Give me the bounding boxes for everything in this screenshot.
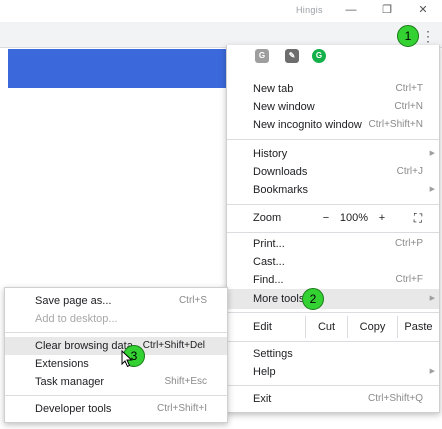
menu-item-label: New tab (253, 83, 294, 95)
menu-divider (227, 232, 439, 233)
menu-item-bookmarks[interactable]: Bookmarks ▶ (227, 181, 439, 199)
step-marker-2: 2 (302, 288, 324, 310)
close-icon[interactable]: ✕ (410, 1, 436, 19)
menu-item-help[interactable]: Help ▶ (227, 363, 439, 381)
zoom-in-button[interactable]: + (371, 207, 393, 229)
window-titlebar: Hingis — ❐ ✕ (0, 0, 442, 22)
menu-item-new-tab[interactable]: New tab Ctrl+T (227, 80, 439, 98)
menu-item-shortcut: Ctrl+F (395, 274, 424, 285)
menu-item-shortcut: Ctrl+Shift+Q (367, 393, 423, 404)
chrome-main-menu: G ✎ G New tab Ctrl+T New window Ctrl+N N… (226, 45, 440, 413)
submenu-item-shortcut: Ctrl+S (178, 295, 207, 306)
submenu-item-label: Add to desktop... (35, 313, 118, 325)
menu-item-shortcut: Ctrl+J (396, 166, 423, 177)
menu-item-downloads[interactable]: Downloads Ctrl+J (227, 163, 439, 181)
submenu-item-add-to-desktop: Add to desktop... (5, 310, 227, 328)
mouse-cursor-icon (121, 350, 133, 368)
menu-item-label: Cast... (253, 256, 285, 268)
paste-button[interactable]: Paste (397, 316, 439, 338)
kebab-menu-icon[interactable]: ⋮ (420, 27, 436, 45)
menu-item-find[interactable]: Find... Ctrl+F (227, 271, 439, 289)
submenu-divider (5, 332, 227, 333)
submenu-arrow-icon: ▶ (429, 186, 435, 193)
menu-item-cast[interactable]: Cast... (227, 253, 439, 271)
menu-item-new-incognito[interactable]: New incognito window Ctrl+Shift+N (227, 116, 439, 134)
menu-item-history[interactable]: History ▶ (227, 145, 439, 163)
submenu-item-label: Extensions (35, 358, 89, 370)
submenu-item-clear-browsing-data[interactable]: Clear browsing data... Ctrl+Shift+Del (5, 337, 227, 355)
grammarly-icon[interactable]: G (312, 49, 326, 63)
notes-icon[interactable]: ✎ (285, 49, 299, 63)
menu-divider (227, 341, 439, 342)
menu-item-shortcut: Ctrl+Shift+N (368, 119, 423, 130)
minimize-icon[interactable]: — (338, 1, 364, 19)
zoom-out-button[interactable]: − (315, 207, 337, 229)
submenu-item-shortcut: Shift+Esc (164, 376, 207, 387)
menu-item-label: Bookmarks (253, 184, 309, 196)
menu-item-label: Downloads (253, 166, 308, 178)
menu-item-label: More tools (253, 293, 305, 305)
window-title: Hingis (296, 5, 323, 15)
restore-icon[interactable]: ❐ (374, 1, 400, 19)
submenu-divider (5, 395, 227, 396)
menu-item-settings[interactable]: Settings (227, 345, 439, 363)
menu-divider (227, 312, 439, 313)
menu-item-more-tools[interactable]: More tools ▶ (227, 289, 439, 309)
zoom-level: 100% (339, 212, 369, 224)
menu-item-label: Print... (253, 238, 285, 250)
menu-divider (227, 204, 439, 205)
submenu-arrow-icon: ▶ (429, 150, 435, 157)
menu-item-label: Exit (253, 393, 272, 405)
menu-item-edit: Edit Cut Copy Paste (227, 316, 439, 338)
submenu-item-save-page[interactable]: Save page as... Ctrl+S (5, 292, 227, 310)
cut-button[interactable]: Cut (305, 316, 347, 338)
menu-item-zoom: Zoom − 100% + ⛶ (227, 207, 439, 229)
page-banner (8, 49, 226, 88)
submenu-item-extensions[interactable]: Extensions (5, 355, 227, 373)
menu-item-label: Find... (253, 274, 284, 286)
menu-item-shortcut: Ctrl+P (394, 238, 423, 249)
menu-item-shortcut: Ctrl+T (395, 83, 424, 94)
submenu-item-task-manager[interactable]: Task manager Shift+Esc (5, 373, 227, 391)
submenu-item-shortcut: Ctrl+Shift+I (156, 403, 207, 414)
menu-item-label: History (253, 148, 288, 160)
menu-item-label: Zoom (253, 212, 282, 224)
grammarly-g-icon[interactable]: G (255, 49, 269, 63)
submenu-item-developer-tools[interactable]: Developer tools Ctrl+Shift+I (5, 400, 227, 418)
submenu-item-label: Save page as... (35, 295, 112, 307)
menu-item-exit[interactable]: Exit Ctrl+Shift+Q (227, 390, 439, 408)
more-tools-submenu: Save page as... Ctrl+S Add to desktop...… (4, 287, 228, 423)
menu-item-shortcut: Ctrl+N (394, 101, 423, 112)
menu-item-label: Help (253, 366, 276, 378)
submenu-item-label: Task manager (35, 376, 105, 388)
menu-divider (227, 385, 439, 386)
fullscreen-icon[interactable]: ⛶ (405, 207, 431, 229)
copy-button[interactable]: Copy (347, 316, 397, 338)
menu-item-label: Edit (253, 321, 272, 333)
submenu-arrow-icon: ▶ (429, 295, 435, 302)
menu-item-print[interactable]: Print... Ctrl+P (227, 235, 439, 253)
menu-item-label: Settings (253, 348, 293, 360)
menu-item-label: New window (253, 101, 315, 113)
submenu-arrow-icon: ▶ (429, 368, 435, 375)
menu-divider (227, 139, 439, 140)
submenu-item-shortcut: Ctrl+Shift+Del (142, 340, 205, 351)
menu-item-new-window[interactable]: New window Ctrl+N (227, 98, 439, 116)
menu-item-label: New incognito window (253, 119, 362, 131)
step-marker-1: 1 (397, 25, 419, 47)
submenu-item-label: Developer tools (35, 403, 112, 415)
